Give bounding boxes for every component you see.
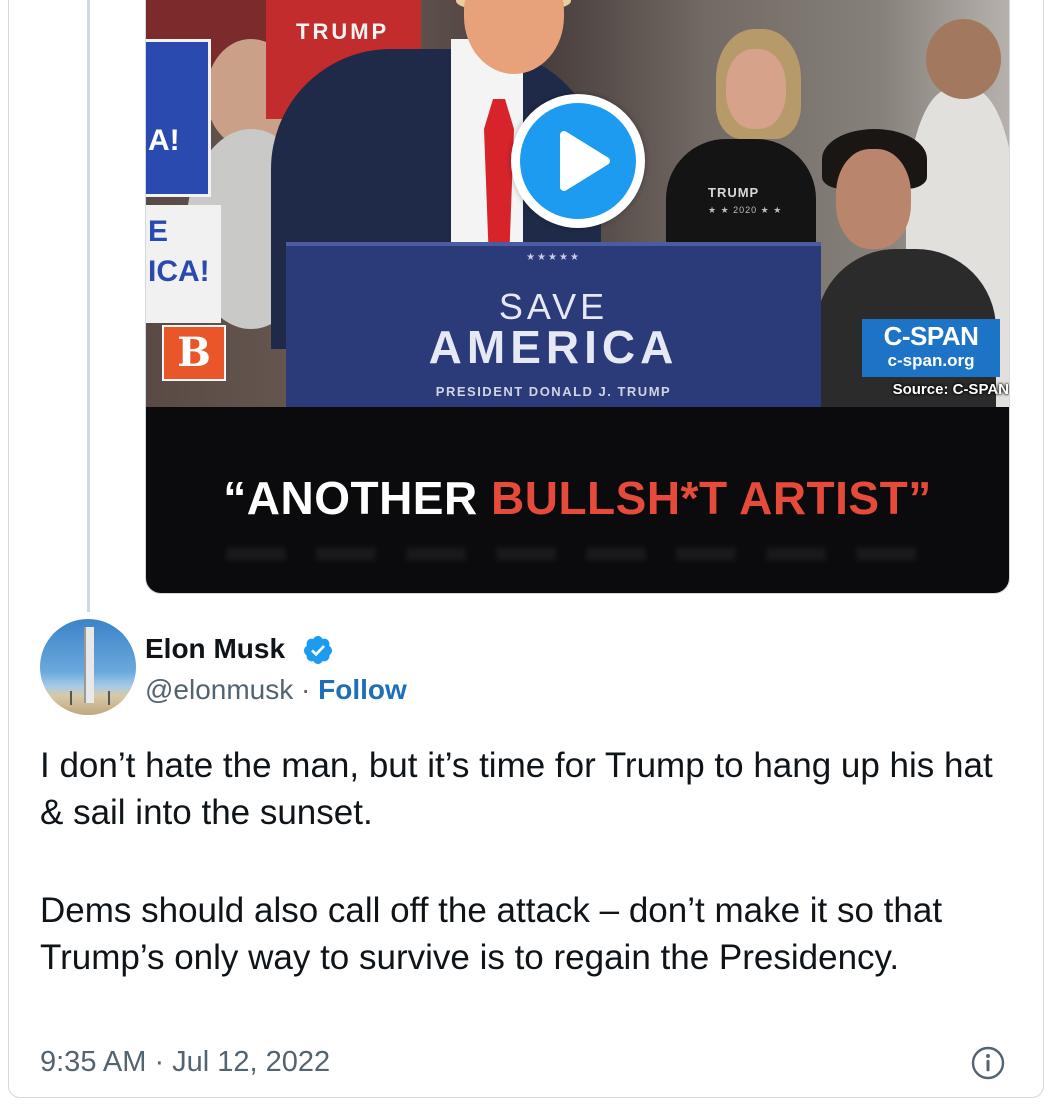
rally-sign: A! — [146, 39, 211, 197]
video-caption: “ANOTHER BULLSH*T ARTIST” — [146, 471, 1009, 525]
play-icon — [560, 131, 610, 191]
video-player[interactable]: TRUMP A! E ICA! TRUMP ★ ★ 2020 ★ ★ ★★★★★… — [145, 0, 1010, 594]
tweet-body: I don’t hate the man, but it’s time for … — [40, 742, 1000, 981]
podium-line-2: AMERICA — [428, 321, 679, 373]
verified-badge-icon — [303, 636, 332, 664]
caption-text-red: BULLSH*T ARTIST” — [491, 472, 932, 524]
thread-connector-line — [87, 0, 90, 612]
rally-sign: E ICA! — [146, 205, 221, 323]
source-credit: Source: C-SPAN — [892, 381, 1009, 398]
tweet-paragraph: Dems should also call off the attack – d… — [40, 891, 943, 977]
tweet-paragraph: I don’t hate the man, but it’s time for … — [40, 746, 993, 832]
tee-text: TRUMP — [708, 185, 760, 200]
caption-text-white: “ANOTHER — [223, 472, 491, 524]
breitbart-logo: B — [162, 325, 226, 381]
shirt-text: TRUMP — [296, 19, 390, 44]
separator-dot: · — [293, 674, 319, 705]
play-button[interactable] — [511, 94, 645, 228]
cspan-logo: C-SPAN c-span.org — [862, 319, 1000, 377]
author-handle[interactable]: @elonmusk — [145, 674, 293, 705]
avatar[interactable] — [40, 619, 136, 715]
tweet-timestamp[interactable]: 9:35 AM · Jul 12, 2022 — [40, 1046, 330, 1079]
author-handle-row: @elonmusk · Follow — [145, 674, 407, 706]
info-icon[interactable] — [970, 1045, 1006, 1081]
podium-stars: ★★★★★ — [526, 252, 581, 263]
podium-line-3: PRESIDENT DONALD J. TRUMP — [435, 384, 672, 399]
author-name[interactable]: Elon Musk — [145, 633, 285, 665]
podium-sign: ★★★★★ SAVE AMERICA PRESIDENT DONALD J. T… — [286, 242, 821, 407]
follow-button[interactable]: Follow — [318, 674, 407, 705]
blurred-subtext — [226, 547, 936, 561]
tee-subtext: ★ ★ 2020 ★ ★ — [708, 205, 783, 215]
